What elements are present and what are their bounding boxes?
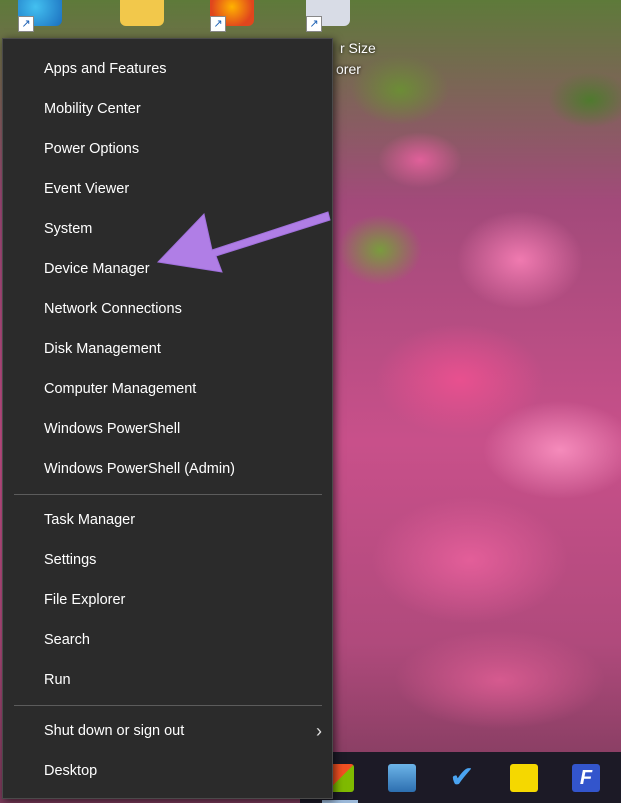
menu-item-windows-powershell-admin[interactable]: Windows PowerShell (Admin) — [3, 449, 332, 489]
menu-separator — [14, 494, 322, 495]
shortcut-arrow-icon: ↗ — [306, 16, 322, 32]
sticky-note-icon[interactable] — [510, 764, 538, 792]
taskbar: ✔ F — [300, 752, 621, 803]
menu-item-shut-down-or-sign-out[interactable]: Shut down or sign out › — [3, 711, 332, 751]
shortcut-arrow-icon: ↗ — [210, 16, 226, 32]
menu-separator — [14, 705, 322, 706]
desktop-icon-label: orer — [336, 61, 361, 77]
pc-icon[interactable] — [388, 764, 416, 792]
menu-item-desktop[interactable]: Desktop — [3, 751, 332, 791]
power-user-menu: Apps and Features Mobility Center Power … — [2, 38, 333, 799]
menu-item-event-viewer[interactable]: Event Viewer — [3, 169, 332, 209]
chevron-right-icon: › — [316, 721, 322, 741]
menu-item-mobility-center[interactable]: Mobility Center — [3, 89, 332, 129]
menu-item-power-options[interactable]: Power Options — [3, 129, 332, 169]
menu-item-apps-and-features[interactable]: Apps and Features — [3, 49, 332, 89]
folder-icon[interactable] — [120, 0, 164, 26]
menu-item-disk-management[interactable]: Disk Management — [3, 329, 332, 369]
menu-item-settings[interactable]: Settings — [3, 540, 332, 580]
menu-item-label: Shut down or sign out — [44, 723, 185, 739]
menu-item-device-manager[interactable]: Device Manager — [3, 249, 332, 289]
f-app-icon[interactable]: F — [572, 764, 600, 792]
menu-item-system[interactable]: System — [3, 209, 332, 249]
menu-item-file-explorer[interactable]: File Explorer — [3, 580, 332, 620]
desktop-icon-label: r Size — [340, 40, 376, 56]
menu-item-network-connections[interactable]: Network Connections — [3, 289, 332, 329]
menu-item-search[interactable]: Search — [3, 620, 332, 660]
menu-item-computer-management[interactable]: Computer Management — [3, 369, 332, 409]
menu-item-run[interactable]: Run — [3, 660, 332, 700]
shortcut-arrow-icon: ↗ — [18, 16, 34, 32]
check-icon[interactable]: ✔ — [448, 763, 476, 793]
menu-item-task-manager[interactable]: Task Manager — [3, 500, 332, 540]
menu-item-windows-powershell[interactable]: Windows PowerShell — [3, 409, 332, 449]
